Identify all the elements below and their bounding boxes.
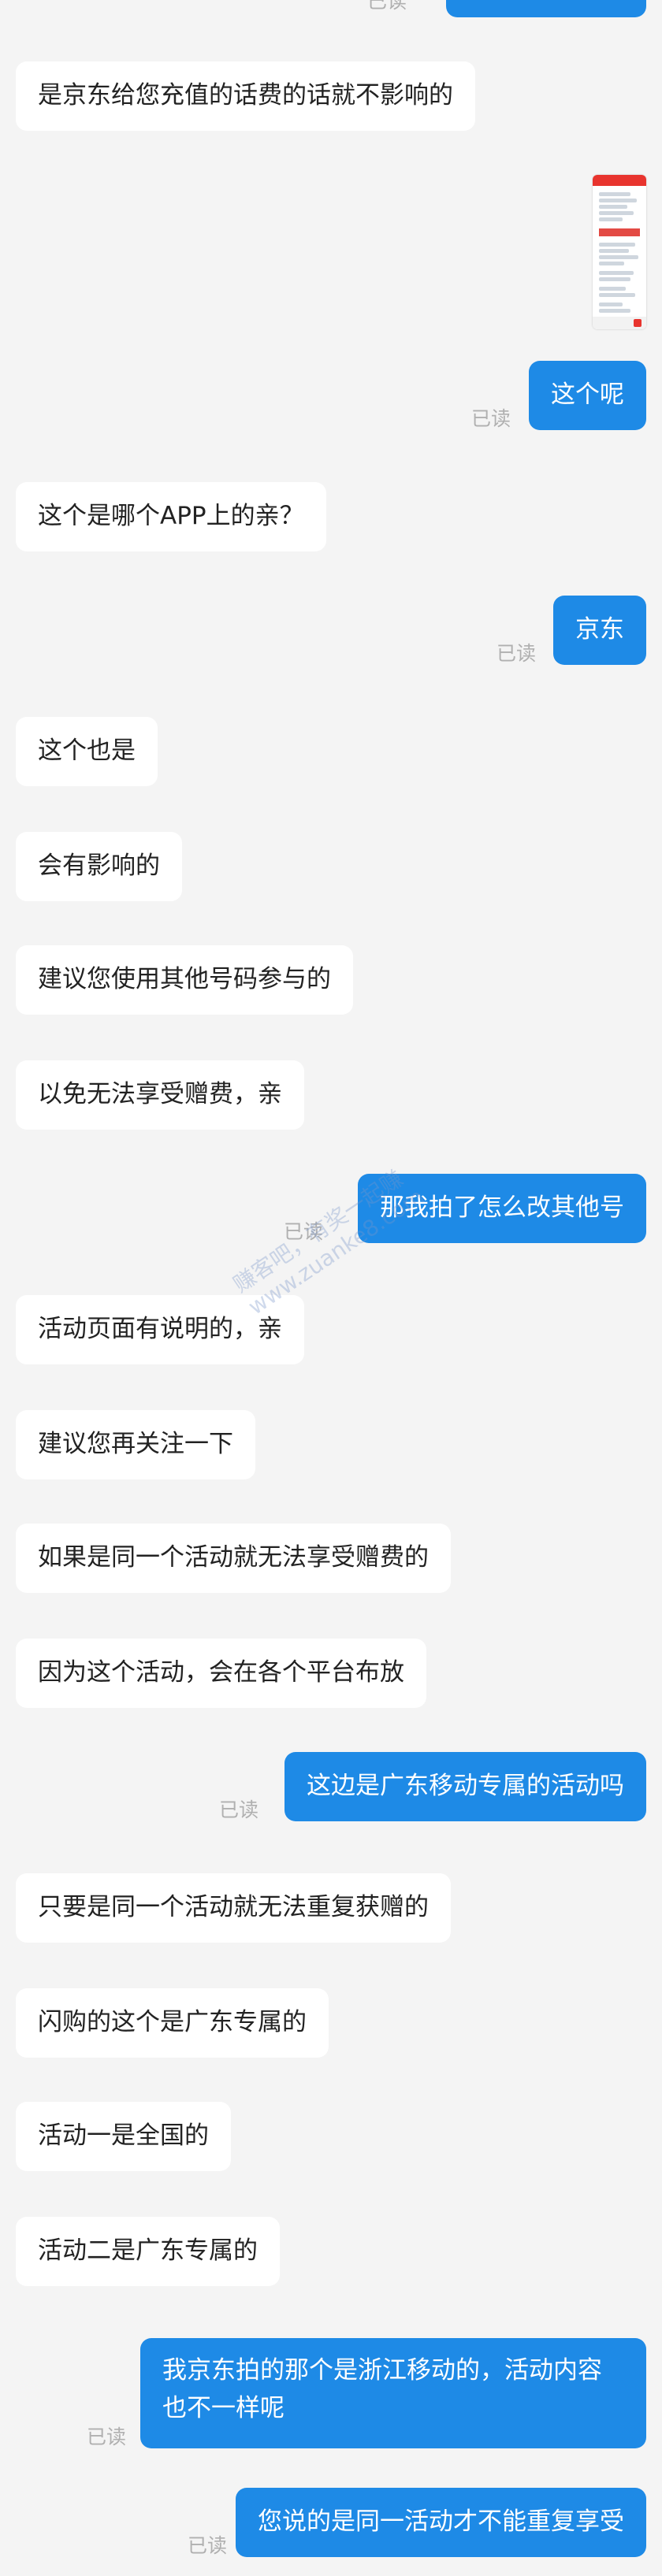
- incoming-message-bubble[interactable]: 因为这个活动，会在各个平台布放: [16, 1639, 426, 1708]
- incoming-message-bubble[interactable]: 这个也是: [16, 717, 158, 786]
- incoming-message-row: 活动页面有说明的，亲: [0, 1295, 662, 1364]
- incoming-message-bubble[interactable]: 这个是哪个APP上的亲？: [16, 482, 326, 551]
- incoming-message-bubble[interactable]: 如果是同一个活动就无法享受赠费的: [16, 1524, 451, 1593]
- incoming-message-bubble[interactable]: 建议您使用其他号码参与的: [16, 945, 353, 1015]
- incoming-message-row: 是京东给您充值的话费的话就不影响的: [0, 61, 662, 131]
- incoming-message-bubble[interactable]: 闪购的这个是广东专属的: [16, 1988, 329, 2058]
- read-receipt: 已读: [366, 0, 407, 13]
- outgoing-message-bubble[interactable]: [446, 0, 646, 17]
- outgoing-message-bubble[interactable]: 京东: [553, 596, 646, 665]
- outgoing-message-bubble[interactable]: 我京东拍的那个是浙江移动的，活动内容也不一样呢: [140, 2338, 646, 2448]
- image-message-thumbnail[interactable]: [593, 175, 646, 329]
- read-receipt: 已读: [218, 1798, 258, 1821]
- incoming-message-bubble[interactable]: 会有影响的: [16, 832, 182, 901]
- incoming-message-row: 建议您使用其他号码参与的: [0, 945, 662, 1015]
- incoming-message-row: 只要是同一个活动就无法重复获赠的: [0, 1873, 662, 1943]
- incoming-message-row: 如果是同一个活动就无法享受赠费的: [0, 1524, 662, 1593]
- chat-message-list[interactable]: 已读 是京东给您充值的话费的话就不影响的 这个呢 已读 这个是哪个APP上的亲？ 京东 已读…: [0, 0, 662, 2576]
- incoming-message-bubble[interactable]: 建议您再关注一下: [16, 1410, 255, 1479]
- outgoing-message-row: 我京东拍的那个是浙江移动的，活动内容也不一样呢 已读: [0, 2338, 662, 2448]
- read-receipt: 已读: [470, 407, 511, 430]
- read-receipt: 已读: [86, 2426, 126, 2448]
- incoming-message-bubble[interactable]: 活动二是广东专属的: [16, 2217, 280, 2286]
- incoming-message-row: 这个也是: [0, 717, 662, 786]
- outgoing-message-row: 您说的是同一活动才不能重复享受 已读: [0, 2488, 662, 2557]
- outgoing-message-row: [0, 175, 662, 329]
- incoming-message-row: 活动二是广东专属的: [0, 2217, 662, 2286]
- read-receipt: 已读: [496, 642, 536, 665]
- incoming-message-bubble[interactable]: 只要是同一个活动就无法重复获赠的: [16, 1873, 451, 1943]
- incoming-message-row: 活动一是全国的: [0, 2102, 662, 2171]
- outgoing-message-bubble[interactable]: 这边是广东移动专属的活动吗: [285, 1752, 646, 1821]
- read-receipt: 已读: [187, 2534, 227, 2557]
- incoming-message-bubble[interactable]: 活动一是全国的: [16, 2102, 231, 2171]
- incoming-message-row: 闪购的这个是广东专属的: [0, 1988, 662, 2058]
- incoming-message-bubble[interactable]: 以免无法享受赠费，亲: [16, 1060, 304, 1130]
- incoming-message-bubble[interactable]: 是京东给您充值的话费的话就不影响的: [16, 61, 475, 131]
- outgoing-message-row: 京东 已读: [0, 596, 662, 665]
- incoming-message-row: 会有影响的: [0, 832, 662, 901]
- outgoing-message-bubble[interactable]: 您说的是同一活动才不能重复享受: [236, 2488, 646, 2557]
- incoming-message-row: 以免无法享受赠费，亲: [0, 1060, 662, 1130]
- outgoing-message-row: 这个呢 已读: [0, 361, 662, 430]
- incoming-message-row: 建议您再关注一下: [0, 1410, 662, 1479]
- incoming-message-row: 这个是哪个APP上的亲？: [0, 482, 662, 551]
- outgoing-message-row: 已读: [0, 0, 662, 17]
- incoming-message-row: 因为这个活动，会在各个平台布放: [0, 1639, 662, 1708]
- outgoing-message-bubble[interactable]: 这个呢: [529, 361, 646, 430]
- outgoing-message-row: 这边是广东移动专属的活动吗已读: [0, 1752, 662, 1821]
- thumb-header: [593, 175, 646, 186]
